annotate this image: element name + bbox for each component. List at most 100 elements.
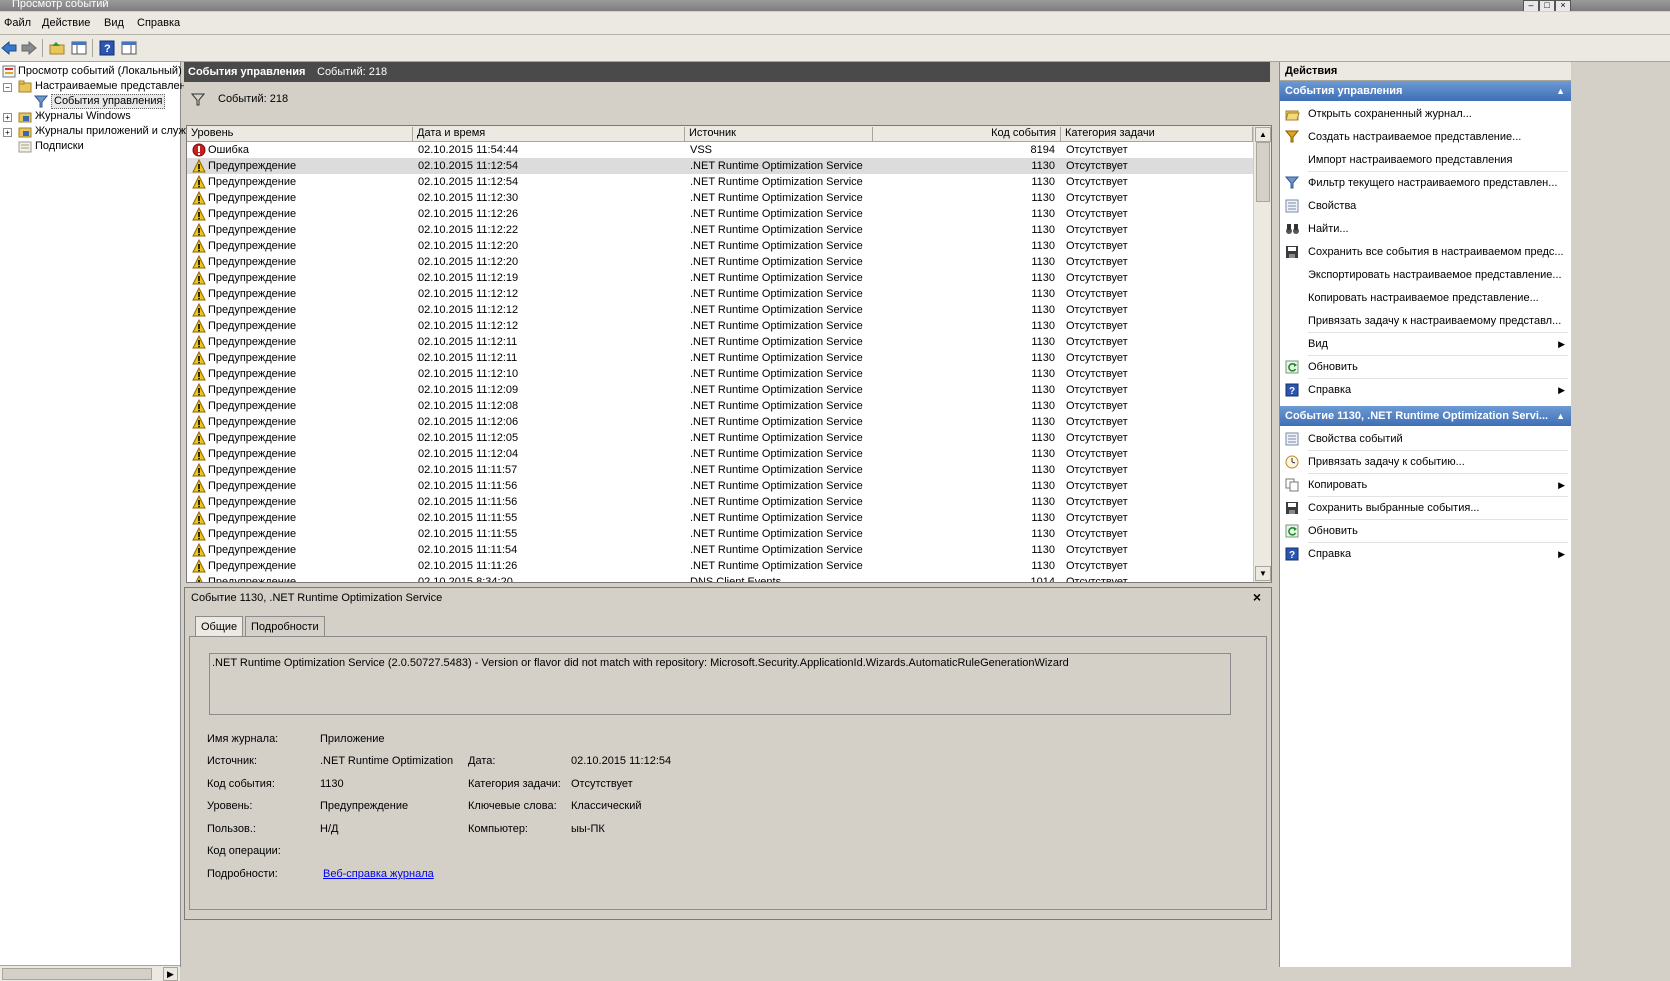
- online-help-link[interactable]: Веб-справка журнала: [323, 868, 434, 880]
- table-row[interactable]: Предупреждение 02.10.2015 11:12:06 .NET Ru…: [187, 414, 1253, 430]
- cell-task-category: Отсутствует: [1066, 576, 1128, 583]
- action-item[interactable]: Обновить: [1280, 356, 1571, 378]
- table-row[interactable]: Ошибка 02.10.2015 11:54:44 VSS 8194 Отсутств…: [187, 142, 1253, 158]
- action-item[interactable]: ? Справка ▶: [1280, 543, 1571, 565]
- action-item[interactable]: Свойства: [1280, 195, 1571, 217]
- table-row[interactable]: Предупреждение 02.10.2015 11:12:19 .NET Ru…: [187, 270, 1253, 286]
- cell-date: 02.10.2015 11:12:19: [418, 272, 519, 284]
- table-row[interactable]: Предупреждение 02.10.2015 11:11:54 .NET Ru…: [187, 542, 1253, 558]
- table-row[interactable]: Предупреждение 02.10.2015 11:12:54 .NET Ru…: [187, 158, 1253, 174]
- table-row[interactable]: Предупреждение 02.10.2015 11:12:54 .NET Ru…: [187, 174, 1253, 190]
- tab-details[interactable]: Подробности: [245, 616, 325, 637]
- table-row[interactable]: Предупреждение 02.10.2015 11:11:55 .NET Ru…: [187, 510, 1253, 526]
- table-row[interactable]: Предупреждение 02.10.2015 11:12:08 .NET Ru…: [187, 398, 1253, 414]
- cell-task-category: Отсутствует: [1066, 272, 1128, 284]
- maximize-button[interactable]: □: [1539, 0, 1555, 11]
- action-item[interactable]: Открыть сохраненный журнал...: [1280, 103, 1571, 125]
- cell-level: Предупреждение: [208, 480, 297, 492]
- table-row[interactable]: Предупреждение 02.10.2015 11:11:57 .NET Ru…: [187, 462, 1253, 478]
- table-row[interactable]: Предупреждение 02.10.2015 11:11:56 .NET Ru…: [187, 478, 1253, 494]
- menu-help[interactable]: Справка: [137, 17, 180, 29]
- collapse-icon[interactable]: ▲: [1556, 406, 1565, 426]
- action-item[interactable]: Сохранить все события в настраиваемом пр…: [1280, 241, 1571, 263]
- column-header-task-category[interactable]: Категория задачи: [1061, 127, 1253, 141]
- action-item[interactable]: Создать настраиваемое представление...: [1280, 126, 1571, 148]
- action-item[interactable]: Сохранить выбранные события...: [1280, 497, 1571, 519]
- minimize-button[interactable]: –: [1523, 0, 1539, 11]
- show-hide-tree-icon[interactable]: [70, 39, 88, 57]
- column-header-date[interactable]: Дата и время: [413, 127, 685, 141]
- action-item[interactable]: Свойства событий: [1280, 428, 1571, 450]
- menu-view[interactable]: Вид: [104, 17, 124, 29]
- table-row[interactable]: Предупреждение 02.10.2015 11:12:11 .NET Ru…: [187, 334, 1253, 350]
- table-row[interactable]: Предупреждение 02.10.2015 11:12:11 .NET Ru…: [187, 350, 1253, 366]
- column-header-event-id[interactable]: Код события: [873, 127, 1061, 141]
- table-row[interactable]: Предупреждение 02.10.2015 11:12:09 .NET Ru…: [187, 382, 1253, 398]
- back-arrow-icon[interactable]: [0, 39, 18, 57]
- folder-up-icon[interactable]: [48, 39, 66, 57]
- collapse-toggle[interactable]: −: [3, 83, 12, 92]
- event-message[interactable]: .NET Runtime Optimization Service (2.0.5…: [209, 653, 1231, 715]
- menu-bar: Файл Действие Вид Справка: [0, 12, 1670, 35]
- warning-icon: [192, 287, 206, 301]
- cell-event-id: 1130: [1031, 288, 1055, 300]
- expand-toggle[interactable]: +: [3, 128, 12, 137]
- scroll-up-button[interactable]: ▲: [1255, 127, 1271, 142]
- collapse-icon[interactable]: ▲: [1556, 81, 1565, 101]
- column-header-level[interactable]: Уровень: [187, 127, 413, 141]
- table-vertical-scrollbar[interactable]: ▲ ▼: [1253, 126, 1271, 582]
- cell-event-id: 1014: [1030, 576, 1055, 583]
- tree-horizontal-scrollbar[interactable]: ▶: [0, 965, 180, 981]
- scroll-down-button[interactable]: ▼: [1255, 566, 1271, 581]
- table-row[interactable]: Предупреждение 02.10.2015 11:12:04 .NET Ru…: [187, 446, 1253, 462]
- action-item[interactable]: Фильтр текущего настраиваемого представл…: [1280, 172, 1571, 194]
- log-name-value: Приложение: [320, 733, 385, 745]
- cell-level: Предупреждение: [208, 160, 297, 172]
- close-window-button[interactable]: ×: [1555, 0, 1571, 11]
- table-row[interactable]: Предупреждение 02.10.2015 11:12:30 .NET Ru…: [187, 190, 1253, 206]
- scroll-thumb[interactable]: [1256, 142, 1270, 202]
- cell-event-id: 1130: [1031, 448, 1055, 460]
- action-item[interactable]: Импорт настраиваемого представления: [1280, 149, 1571, 171]
- help-icon[interactable]: ?: [98, 39, 116, 57]
- table-row[interactable]: Предупреждение 02.10.2015 11:12:22 .NET Ru…: [187, 222, 1253, 238]
- column-header-source[interactable]: Источник: [685, 127, 873, 141]
- table-row[interactable]: Предупреждение 02.10.2015 11:12:12 .NET Ru…: [187, 302, 1253, 318]
- action-item[interactable]: ? Справка ▶: [1280, 379, 1571, 401]
- table-row[interactable]: Предупреждение 02.10.2015 11:11:56 .NET Ru…: [187, 494, 1253, 510]
- actions-section-admin-events[interactable]: События управления ▲: [1280, 81, 1571, 101]
- action-item[interactable]: Обновить: [1280, 520, 1571, 542]
- action-item[interactable]: Копировать ▶: [1280, 474, 1571, 496]
- action-item[interactable]: Найти...: [1280, 218, 1571, 240]
- table-row[interactable]: Предупреждение 02.10.2015 11:11:26 .NET Ru…: [187, 558, 1253, 574]
- table-row[interactable]: Предупреждение 02.10.2015 11:12:26 .NET Ru…: [187, 206, 1253, 222]
- tab-general[interactable]: Общие: [195, 616, 244, 637]
- close-icon[interactable]: ×: [1253, 589, 1261, 605]
- warning-icon: [192, 527, 206, 541]
- forward-arrow-icon[interactable]: [20, 39, 38, 57]
- scroll-right-button[interactable]: ▶: [163, 967, 178, 981]
- table-row[interactable]: Предупреждение 02.10.2015 11:12:12 .NET Ru…: [187, 318, 1253, 334]
- action-item[interactable]: Копировать настраиваемое представление..…: [1280, 287, 1571, 309]
- table-row[interactable]: Предупреждение 02.10.2015 11:12:12 .NET Ru…: [187, 286, 1253, 302]
- cell-level: Предупреждение: [208, 256, 297, 268]
- action-item[interactable]: Вид ▶: [1280, 333, 1571, 355]
- menu-file[interactable]: Файл: [4, 17, 31, 29]
- cell-date: 02.10.2015 11:12:20: [418, 240, 519, 252]
- table-row[interactable]: Предупреждение 02.10.2015 11:12:20 .NET Ru…: [187, 254, 1253, 270]
- table-row[interactable]: Предупреждение 02.10.2015 11:12:05 .NET Ru…: [187, 430, 1253, 446]
- cell-level: Предупреждение: [208, 176, 297, 188]
- action-item[interactable]: Экспортировать настраиваемое представлен…: [1280, 264, 1571, 286]
- action-item[interactable]: Привязать задачу к событию...: [1280, 451, 1571, 473]
- cell-event-id: 1130: [1031, 208, 1055, 220]
- cell-source: .NET Runtime Optimization Service: [690, 528, 863, 540]
- table-row[interactable]: Предупреждение 02.10.2015 11:12:20 .NET Ru…: [187, 238, 1253, 254]
- menu-action[interactable]: Действие: [42, 17, 90, 29]
- table-row[interactable]: Предупреждение 02.10.2015 8:34:20 DNS Clie…: [187, 574, 1253, 583]
- action-item[interactable]: Привязать задачу к настраиваемому предст…: [1280, 310, 1571, 332]
- table-row[interactable]: Предупреждение 02.10.2015 11:11:55 .NET Ru…: [187, 526, 1253, 542]
- expand-toggle[interactable]: +: [3, 113, 12, 122]
- actions-section-event[interactable]: Событие 1130, .NET Runtime Optimization …: [1280, 406, 1571, 426]
- show-hide-action-pane-icon[interactable]: [120, 39, 138, 57]
- table-row[interactable]: Предупреждение 02.10.2015 11:12:10 .NET Ru…: [187, 366, 1253, 382]
